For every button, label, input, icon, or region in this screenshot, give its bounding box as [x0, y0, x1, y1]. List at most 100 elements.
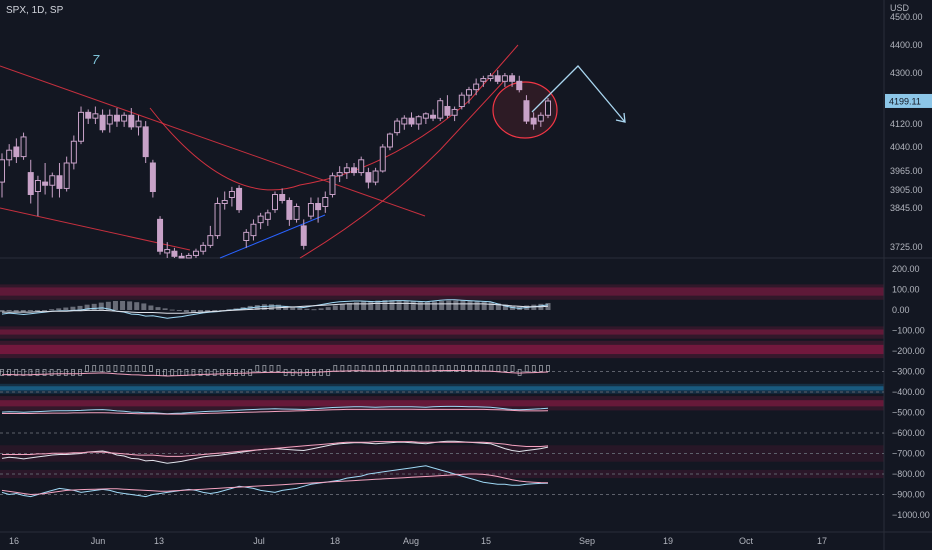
histogram-bar	[488, 302, 494, 310]
histogram-marker	[333, 365, 338, 372]
histogram-bar	[368, 300, 374, 310]
candle	[42, 163, 49, 195]
candle	[351, 163, 358, 176]
candle-body	[465, 89, 472, 96]
histogram-marker	[496, 365, 501, 372]
candle	[121, 112, 128, 127]
candle-body	[394, 120, 401, 134]
candle	[279, 188, 286, 204]
candle	[372, 167, 379, 186]
histogram-bar	[439, 300, 445, 310]
parabolic-arc-lower	[299, 79, 506, 259]
time-tick-label: 18	[330, 536, 340, 546]
oscillator-band	[0, 340, 884, 359]
candle-body	[27, 172, 34, 195]
drawings	[0, 44, 626, 259]
histogram-marker	[106, 365, 111, 372]
histogram-bar	[396, 300, 402, 310]
candle	[20, 132, 27, 160]
histogram-marker	[99, 365, 104, 372]
histogram-bar	[176, 310, 182, 311]
candle-body	[192, 250, 199, 256]
candle	[250, 219, 257, 241]
histogram-bar	[432, 301, 438, 310]
candle-body	[415, 116, 422, 125]
osc-tick-label: 200.00	[892, 264, 920, 274]
histogram-marker	[269, 365, 274, 372]
candle	[451, 106, 458, 122]
candle-body	[430, 114, 437, 119]
candle-body	[329, 175, 336, 195]
candle-body	[0, 159, 5, 183]
osc-tick-label: 0.00	[892, 305, 910, 315]
candle-body	[516, 80, 523, 91]
oscillator-bands	[0, 284, 884, 479]
candle	[322, 191, 329, 213]
candle-body	[56, 175, 63, 189]
candle-body	[365, 172, 372, 183]
time-tick-label: Sep	[579, 536, 595, 546]
parabolic-arc-upper	[149, 44, 519, 191]
histogram-bar	[42, 310, 48, 311]
candle-body	[272, 194, 278, 211]
candle-body	[386, 133, 393, 148]
candle-body	[200, 244, 207, 252]
candle	[13, 138, 20, 163]
candle	[257, 212, 264, 230]
candle-body	[422, 113, 429, 119]
histogram-marker	[120, 365, 125, 372]
price-chart[interactable]: USD4500.004400.004300.004120.004040.0039…	[0, 0, 932, 550]
sub-line-300	[1, 370, 549, 377]
histogram-marker	[227, 369, 231, 376]
grid-lines	[0, 0, 932, 550]
candle	[85, 109, 92, 124]
histogram-bar	[325, 307, 331, 310]
candle-body	[34, 180, 41, 192]
candle-body	[315, 203, 322, 211]
osc-tick-label: −100.00	[892, 326, 925, 336]
candle	[78, 106, 85, 145]
candle-body	[523, 100, 530, 122]
price-tick-label: 3725.00	[890, 242, 923, 252]
blue-trendline	[219, 214, 326, 259]
candle	[401, 115, 408, 130]
candle	[437, 97, 444, 122]
histogram-marker	[134, 365, 139, 372]
candle-body	[99, 114, 106, 131]
candle-body	[20, 136, 27, 158]
candle	[113, 107, 120, 127]
candle-body	[351, 167, 358, 174]
candle-body	[545, 100, 551, 116]
time-tick-label: Oct	[739, 536, 754, 546]
candle	[0, 153, 5, 198]
candle-body	[379, 146, 386, 172]
histogram-bar	[162, 308, 168, 310]
candle-body	[243, 231, 250, 241]
price-tick-label: 4120.00	[890, 119, 923, 129]
price-tick-label: 3845.00	[890, 203, 923, 213]
histogram-marker	[539, 365, 543, 372]
price-tick-label: 4040.00	[890, 142, 923, 152]
oscillator-band	[0, 396, 884, 411]
candle-body	[135, 120, 142, 128]
histogram-bar	[120, 300, 126, 310]
histogram-bar	[148, 305, 154, 310]
candle	[264, 209, 271, 226]
osc-tick-label: −400.00	[892, 387, 925, 397]
candle	[6, 144, 13, 167]
candle	[63, 156, 70, 192]
candle	[236, 185, 243, 213]
histogram-marker	[241, 369, 245, 376]
candle-body	[106, 114, 113, 125]
histogram-bar	[70, 306, 76, 310]
candle	[178, 252, 185, 259]
oscillator-signal-line	[2, 302, 549, 314]
osc-tick-label: −800.00	[892, 469, 925, 479]
histogram-bar	[467, 300, 473, 310]
candle	[70, 135, 77, 170]
histogram-marker	[234, 369, 238, 376]
time-tick-label: 17	[817, 536, 827, 546]
osc-tick-label: −700.00	[892, 449, 925, 459]
histogram-marker	[78, 369, 82, 376]
histogram-marker	[524, 365, 529, 372]
